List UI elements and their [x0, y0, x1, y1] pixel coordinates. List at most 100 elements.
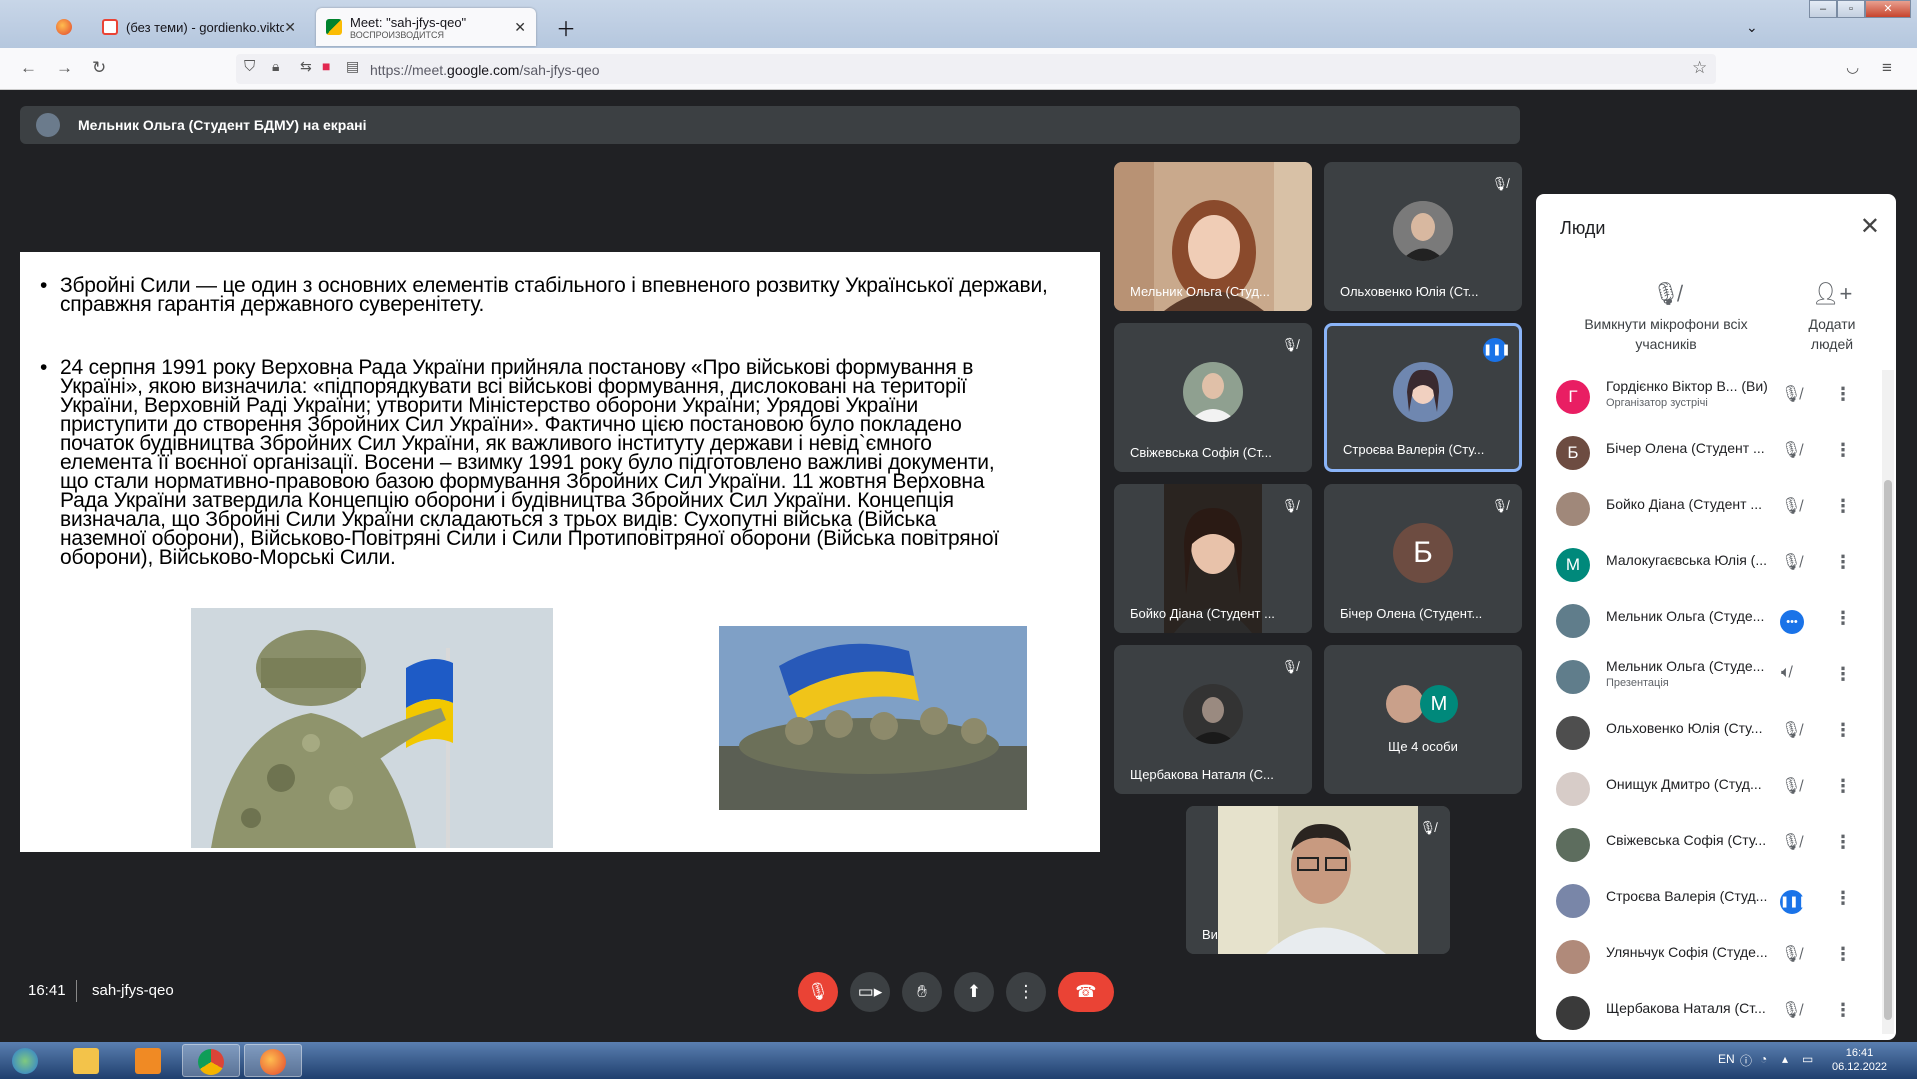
- minimize-button[interactable]: –: [1809, 0, 1837, 18]
- mute-all-button[interactable]: 🎙︎̸ Вимкнути мікрофони всіх учасників: [1566, 283, 1766, 354]
- participant-row[interactable]: Мельник Ольга (Студе... Презентація 🔈︎̸ …: [1536, 650, 1876, 706]
- slide-image-soldier-salute: [191, 608, 553, 848]
- lock-icon[interactable]: 🔒︎: [272, 58, 279, 75]
- audio-off-icon[interactable]: 🔈︎̸: [1781, 664, 1791, 682]
- more-vert-icon[interactable]: ⋮: [1834, 496, 1852, 517]
- more-vert-icon[interactable]: ⋮: [1834, 1000, 1852, 1021]
- add-people-button[interactable]: 👤︎+ Додати людей: [1794, 283, 1870, 354]
- more-vert-icon[interactable]: ⋮: [1834, 384, 1852, 405]
- mic-off-icon[interactable]: 🎙︎̸: [1781, 944, 1801, 964]
- scrollbar-thumb[interactable]: [1884, 480, 1892, 1020]
- more-options-button[interactable]: ⋮: [1006, 972, 1046, 1012]
- pdf-icon: [135, 1048, 161, 1074]
- tray-expand-icon[interactable]: ▴: [1782, 1052, 1788, 1066]
- tab-meet-label: Meet: "sah-jfys-qeo": [350, 14, 467, 30]
- help-icon[interactable]: ⓘ: [1740, 1052, 1752, 1069]
- participant-row[interactable]: Онищук Дмитро (Студ... 🎙︎̸ ⋮: [1536, 762, 1876, 818]
- more-vert-icon[interactable]: ⋮: [1834, 440, 1852, 461]
- microphone-toggle-button[interactable]: 🎙︎: [798, 972, 838, 1012]
- close-icon[interactable]: ✕: [1860, 212, 1880, 241]
- more-vert-icon[interactable]: ⋮: [1834, 720, 1852, 741]
- mic-off-icon[interactable]: 🎙︎̸: [1781, 1000, 1801, 1020]
- reader-icon[interactable]: ▤: [346, 58, 359, 75]
- video-tile[interactable]: 🎙︎̸ Свіжевська Софія (Ст...: [1114, 323, 1312, 472]
- permissions-icon[interactable]: ⇆: [300, 58, 312, 75]
- participant-row[interactable]: Щербакова Наталя (Ст... 🎙︎̸ ⋮: [1536, 986, 1876, 1040]
- bookmark-star-icon[interactable]: ☆: [1692, 58, 1707, 78]
- taskbar-firefox[interactable]: [244, 1044, 302, 1077]
- avatar: Б: [1393, 522, 1453, 583]
- firefox-menu-tab[interactable]: [46, 8, 86, 46]
- participant-list-scrollbar[interactable]: [1882, 370, 1894, 1034]
- mic-off-icon[interactable]: 🎙︎̸: [1781, 720, 1801, 740]
- system-clock[interactable]: 16:41 06.12.2022: [1832, 1046, 1887, 1074]
- hamburger-menu-icon[interactable]: ≡: [1882, 58, 1892, 78]
- wifi-icon[interactable]: ◔: [1760, 1052, 1767, 1066]
- present-screen-button[interactable]: ⬆: [954, 972, 994, 1012]
- close-icon[interactable]: ✕: [284, 19, 296, 36]
- slide-image-soldiers-flag: [719, 626, 1027, 810]
- chevron-down-icon[interactable]: ⌄: [1736, 8, 1768, 46]
- tab-meet[interactable]: Meet: "sah-jfys-qeo" ВОСПРОИЗВОДИТСЯ ✕: [316, 8, 536, 46]
- participant-row[interactable]: Уляньчук Софія (Студе... 🎙︎̸ ⋮: [1536, 930, 1876, 986]
- camera-toggle-button[interactable]: ▭▸: [850, 972, 890, 1012]
- participant-row[interactable]: Строєва Валерія (Студ... ❚❚❚ ⋮: [1536, 874, 1876, 930]
- more-participants-tile[interactable]: М Ще 4 особи: [1324, 645, 1522, 794]
- tab-gmail[interactable]: (без теми) - gordienko.viktor@ ✕: [92, 8, 306, 46]
- video-tile[interactable]: Мельник Ольга (Студ...: [1114, 162, 1312, 311]
- tile-name: Ольховенко Юлія (Ст...: [1340, 284, 1479, 299]
- language-indicator[interactable]: EN: [1718, 1052, 1735, 1066]
- more-vert-icon[interactable]: ⋮: [1834, 552, 1852, 573]
- participant-row[interactable]: Мельник Ольга (Студе... ••• ⋮: [1536, 594, 1876, 650]
- participant-row[interactable]: М Малокугаєвська Юлія (... 🎙︎̸ ⋮: [1536, 538, 1876, 594]
- speaking-indicator-icon: ❚❚❚: [1483, 338, 1511, 362]
- mic-off-icon[interactable]: 🎙︎̸: [1781, 552, 1801, 572]
- new-tab-button[interactable]: ＋: [546, 8, 586, 46]
- window-close-button[interactable]: ✕: [1865, 0, 1911, 18]
- video-tile[interactable]: 🎙︎̸ Бойко Діана (Студент ...: [1114, 484, 1312, 633]
- camera-active-icon[interactable]: ■: [322, 58, 330, 74]
- participant-row[interactable]: Свіжевська Софія (Сту... 🎙︎̸ ⋮: [1536, 818, 1876, 874]
- mic-off-icon[interactable]: 🎙︎̸: [1781, 832, 1801, 852]
- mic-off-icon[interactable]: 🎙︎̸: [1781, 776, 1801, 796]
- presenting-banner-text: Мельник Ольга (Студент БДМУ) на екрані: [78, 117, 367, 133]
- pocket-icon[interactable]: ◡: [1846, 58, 1859, 76]
- more-vert-icon[interactable]: ⋮: [1834, 608, 1852, 629]
- mic-off-icon[interactable]: 🎙︎̸: [1781, 496, 1801, 516]
- video-tile-active-speaker[interactable]: ❚❚❚ Строєва Валерія (Сту...: [1324, 323, 1522, 472]
- more-vert-icon[interactable]: ⋮: [1834, 832, 1852, 853]
- mic-off-icon: 🎙︎̸: [1491, 176, 1508, 191]
- avatar: [1556, 772, 1590, 806]
- taskbar-chrome[interactable]: [182, 1044, 240, 1077]
- network-icon[interactable]: ▭: [1802, 1052, 1813, 1066]
- back-arrow-icon[interactable]: ←: [20, 58, 37, 78]
- taskbar-pdf-reader[interactable]: [120, 1044, 178, 1077]
- more-vert-icon[interactable]: ⋮: [1834, 944, 1852, 965]
- raise-hand-button[interactable]: ✋︎: [902, 972, 942, 1012]
- participant-row[interactable]: Б Бічер Олена (Студент ... 🎙︎̸ ⋮: [1536, 426, 1876, 482]
- taskbar-explorer[interactable]: [58, 1044, 116, 1077]
- close-icon[interactable]: ✕: [514, 19, 526, 36]
- more-vert-icon[interactable]: ⋮: [1834, 776, 1852, 797]
- self-video-tile[interactable]: 🎙︎̸ Ви: [1186, 806, 1450, 954]
- video-tile[interactable]: 🎙︎̸ Ольховенко Юлія (Ст...: [1324, 162, 1522, 311]
- more-vert-icon[interactable]: ⋮: [1834, 664, 1852, 685]
- video-tile[interactable]: 🎙︎̸ Б Бічер Олена (Студент...: [1324, 484, 1522, 633]
- participant-row[interactable]: Г Гордієнко Віктор В... (Ви) Організатор…: [1536, 370, 1876, 426]
- more-vert-icon[interactable]: ⋮: [1834, 888, 1852, 909]
- maximize-button[interactable]: ▫: [1837, 0, 1865, 18]
- forward-arrow-icon[interactable]: →: [56, 58, 73, 78]
- participant-name: Свіжевська Софія (Сту...: [1606, 832, 1767, 848]
- avatar: [1393, 200, 1453, 261]
- leave-call-button[interactable]: ☎︎: [1058, 972, 1114, 1012]
- mic-off-icon[interactable]: 🎙︎̸: [1781, 440, 1801, 460]
- participant-row[interactable]: Бойко Діана (Студент ... 🎙︎̸ ⋮: [1536, 482, 1876, 538]
- start-button[interactable]: [4, 1044, 52, 1077]
- video-tile[interactable]: 🎙︎̸ Щербакова Наталя (С...: [1114, 645, 1312, 794]
- mic-off-icon[interactable]: 🎙︎̸: [1781, 384, 1801, 404]
- browser-nav-bar: ← → ↻ ⛉ 🔒︎ ⇆ ■ ▤ https://meet.google.com…: [0, 48, 1917, 90]
- shield-icon[interactable]: ⛉: [244, 58, 255, 75]
- participant-row[interactable]: Ольховенко Юлія (Сту... 🎙︎̸ ⋮: [1536, 706, 1876, 762]
- reload-icon[interactable]: ↻: [92, 58, 106, 78]
- url-text[interactable]: https://meet.google.com/sah-jfys-qeo: [370, 62, 600, 78]
